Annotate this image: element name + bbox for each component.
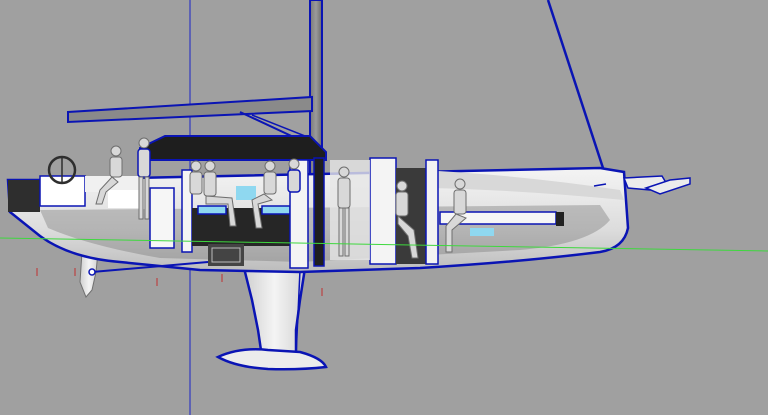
coachroof[interactable] xyxy=(139,135,327,161)
helm-wheel[interactable] xyxy=(47,155,77,185)
model-canvas[interactable] xyxy=(0,0,768,415)
propeller xyxy=(88,268,96,276)
engine xyxy=(208,244,244,266)
forestay[interactable] xyxy=(546,0,605,169)
figure-seated-4 xyxy=(287,158,301,193)
transom xyxy=(8,180,40,212)
keel-bulb[interactable] xyxy=(215,348,328,371)
keel-fin[interactable] xyxy=(242,266,307,359)
figure-seated-1 xyxy=(189,160,203,195)
cad-viewport[interactable] xyxy=(0,0,768,415)
